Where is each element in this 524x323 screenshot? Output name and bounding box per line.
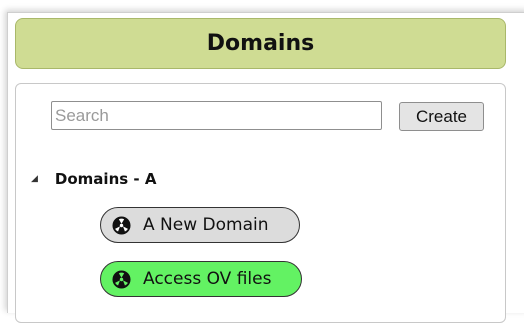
domain-item-label: Access OV files (143, 269, 272, 289)
domain-item-label: A New Domain (143, 215, 269, 235)
domain-item-a-new-domain[interactable]: A New Domain (100, 207, 300, 243)
search-input[interactable] (51, 101, 382, 130)
expand-triangle-icon[interactable]: ◢ (31, 174, 38, 184)
radiation-icon (112, 215, 131, 235)
tree-group-label: Domains - A (54, 170, 157, 188)
domains-header: Domains (15, 18, 506, 69)
radiation-icon (112, 269, 131, 289)
domain-item-access-ov-files[interactable]: Access OV files (100, 261, 302, 297)
page-title: Domains (206, 31, 315, 56)
domains-body: Create ◢ Domains - A A New Domain Access… (15, 83, 506, 323)
tree-group-header[interactable]: ◢ Domains - A (31, 170, 156, 188)
create-button[interactable]: Create (399, 102, 484, 131)
